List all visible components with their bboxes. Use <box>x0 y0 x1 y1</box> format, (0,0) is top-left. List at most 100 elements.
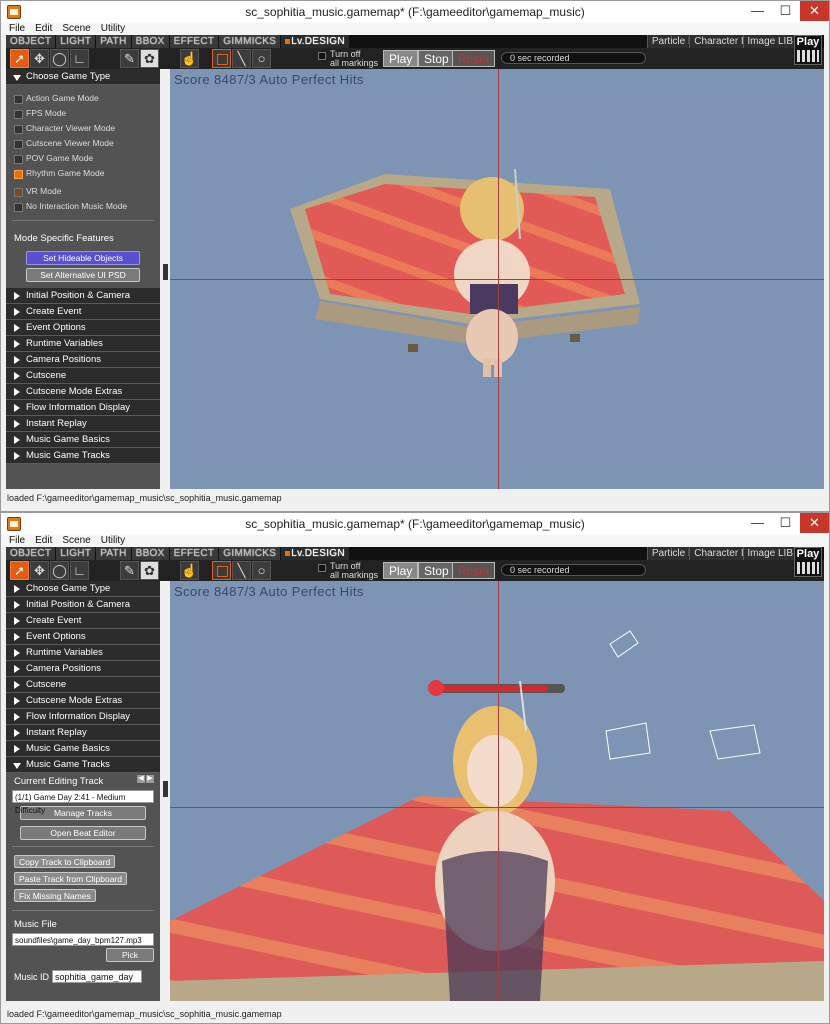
play-keyboard-button[interactable]: Play <box>794 35 822 65</box>
music-file-input[interactable]: soundfiles\game_day_bpm127.mp3 <box>12 933 154 946</box>
tab-object[interactable]: OBJECT <box>6 547 57 560</box>
snap-icon[interactable]: ✎ <box>120 49 139 68</box>
mode-vr[interactable]: VR Mode <box>6 184 160 199</box>
section-music-game-tracks[interactable]: Music Game Tracks <box>6 448 160 464</box>
scale-icon[interactable]: ∟ <box>70 561 89 580</box>
line-tool-icon[interactable]: ╲ <box>232 561 251 580</box>
section-music-game-basics[interactable]: Music Game Basics <box>6 432 160 448</box>
mode-rhythm[interactable]: Rhythm Game Mode <box>6 166 160 181</box>
section-initial-position[interactable]: Initial Position & Camera <box>6 288 160 304</box>
mode-fps[interactable]: FPS Mode <box>6 106 160 121</box>
tab-image-lib[interactable]: Image LIB <box>743 35 796 48</box>
section-event-options[interactable]: Event Options <box>6 320 160 336</box>
tab-lv-design[interactable]: Lv.DESIGN <box>281 547 350 560</box>
tab-light[interactable]: LIGHT <box>56 35 97 48</box>
section-camera-positions[interactable]: Camera Positions <box>6 661 160 677</box>
hand-icon[interactable]: ☝ <box>180 561 199 580</box>
line-tool-icon[interactable]: ╲ <box>232 49 251 68</box>
move-icon[interactable]: ✥ <box>30 561 49 580</box>
tab-gimmicks[interactable]: GIMMICKS <box>219 35 282 48</box>
section-create-event[interactable]: Create Event <box>6 613 160 629</box>
circle-tool-icon[interactable]: ○ <box>252 561 271 580</box>
select-arrow-icon[interactable]: ➚ <box>10 561 29 580</box>
copy-track-button[interactable]: Copy Track to Clipboard <box>14 855 116 868</box>
tab-light[interactable]: LIGHT <box>56 547 97 560</box>
mode-pov[interactable]: POV Game Mode <box>6 151 160 166</box>
minimize-button[interactable]: — <box>743 1 772 21</box>
tab-effect[interactable]: EFFECT <box>169 35 220 48</box>
section-cutscene-extras[interactable]: Cutscene Mode Extras <box>6 384 160 400</box>
tab-object[interactable]: OBJECT <box>6 35 57 48</box>
section-choose-game-type[interactable]: Choose Game Type <box>6 581 160 597</box>
select-arrow-icon[interactable]: ➚ <box>10 49 29 68</box>
mode-character-viewer[interactable]: Character Viewer Mode <box>6 121 160 136</box>
hand-icon[interactable]: ☝ <box>180 49 199 68</box>
scene-viewport[interactable]: Score 8487/3 Auto Perfect Hits <box>170 581 824 1001</box>
menu-scene[interactable]: Scene <box>62 535 90 547</box>
section-choose-game-type[interactable]: Choose Game Type <box>6 69 160 85</box>
mode-cutscene-viewer[interactable]: Cutscene Viewer Mode <box>6 136 160 151</box>
scene-viewport[interactable]: Score 8487/3 Auto Perfect Hits <box>170 69 824 489</box>
tab-lv-design[interactable]: Lv.DESIGN <box>281 35 350 48</box>
section-instant-replay[interactable]: Instant Replay <box>6 725 160 741</box>
box-tool-icon[interactable] <box>212 49 231 68</box>
section-runtime-variables[interactable]: Runtime Variables <box>6 336 160 352</box>
tab-bbox[interactable]: BBOX <box>131 547 170 560</box>
next-track-icon[interactable]: ▶ <box>146 775 154 783</box>
menu-utility[interactable]: Utility <box>101 535 125 547</box>
gear-icon[interactable]: ✿ <box>140 561 159 580</box>
section-music-game-tracks[interactable]: Music Game Tracks <box>6 757 160 773</box>
gear-icon[interactable]: ✿ <box>140 49 159 68</box>
play-keyboard-button[interactable]: Play <box>794 547 822 577</box>
section-cutscene-extras[interactable]: Cutscene Mode Extras <box>6 693 160 709</box>
stop-button[interactable]: Stop <box>418 562 455 579</box>
stop-button[interactable]: Stop <box>418 50 455 67</box>
scale-icon[interactable]: ∟ <box>70 49 89 68</box>
track-select[interactable]: (1/1) Game Day 2:41 - Medium Difficulty <box>12 790 154 815</box>
tab-gimmicks[interactable]: GIMMICKS <box>219 547 282 560</box>
tab-bbox[interactable]: BBOX <box>131 35 170 48</box>
box-tool-icon[interactable] <box>212 561 231 580</box>
tab-effect[interactable]: EFFECT <box>169 547 220 560</box>
turn-off-markings-toggle[interactable]: Turn off all markings <box>318 562 378 580</box>
close-button[interactable]: ✕ <box>800 513 829 533</box>
turn-off-markings-toggle[interactable]: Turn off all markings <box>318 50 378 68</box>
tab-path[interactable]: PATH <box>96 547 132 560</box>
section-cutscene[interactable]: Cutscene <box>6 368 160 384</box>
section-initial-position[interactable]: Initial Position & Camera <box>6 597 160 613</box>
section-flow-info[interactable]: Flow Information Display <box>6 400 160 416</box>
menu-utility[interactable]: Utility <box>101 23 125 35</box>
open-beat-editor-button[interactable]: Open Beat Editor <box>20 826 146 840</box>
section-instant-replay[interactable]: Instant Replay <box>6 416 160 432</box>
set-alternative-ui-button[interactable]: Set Alternative UI PSD <box>26 268 140 282</box>
turn-off-checkbox[interactable] <box>318 52 326 60</box>
paste-track-button[interactable]: Paste Track from Clipboard <box>14 872 127 885</box>
circle-tool-icon[interactable]: ○ <box>252 49 271 68</box>
maximize-button[interactable]: ☐ <box>771 1 800 21</box>
section-camera-positions[interactable]: Camera Positions <box>6 352 160 368</box>
section-cutscene[interactable]: Cutscene <box>6 677 160 693</box>
menu-scene[interactable]: Scene <box>62 23 90 35</box>
rotate-icon[interactable]: ◯ <box>50 561 69 580</box>
reset-button[interactable]: Reset <box>452 562 496 579</box>
section-music-game-basics[interactable]: Music Game Basics <box>6 741 160 757</box>
move-icon[interactable]: ✥ <box>30 49 49 68</box>
section-create-event[interactable]: Create Event <box>6 304 160 320</box>
music-id-input[interactable]: sophitia_game_day <box>52 970 142 983</box>
section-event-options[interactable]: Event Options <box>6 629 160 645</box>
snap-icon[interactable]: ✎ <box>120 561 139 580</box>
close-button[interactable]: ✕ <box>800 1 829 21</box>
mode-action[interactable]: Action Game Mode <box>6 91 160 106</box>
panel-splitter[interactable] <box>163 781 168 797</box>
menu-edit[interactable]: Edit <box>35 535 52 547</box>
play-button[interactable]: Play <box>383 50 419 67</box>
section-runtime-variables[interactable]: Runtime Variables <box>6 645 160 661</box>
rotate-icon[interactable]: ◯ <box>50 49 69 68</box>
menu-file[interactable]: File <box>9 23 25 35</box>
section-flow-info[interactable]: Flow Information Display <box>6 709 160 725</box>
reset-button[interactable]: Reset <box>452 50 496 67</box>
pick-button[interactable]: Pick <box>106 948 154 962</box>
menu-file[interactable]: File <box>9 535 25 547</box>
menu-edit[interactable]: Edit <box>35 23 52 35</box>
mode-no-interaction-music[interactable]: No Interaction Music Mode <box>6 199 160 214</box>
